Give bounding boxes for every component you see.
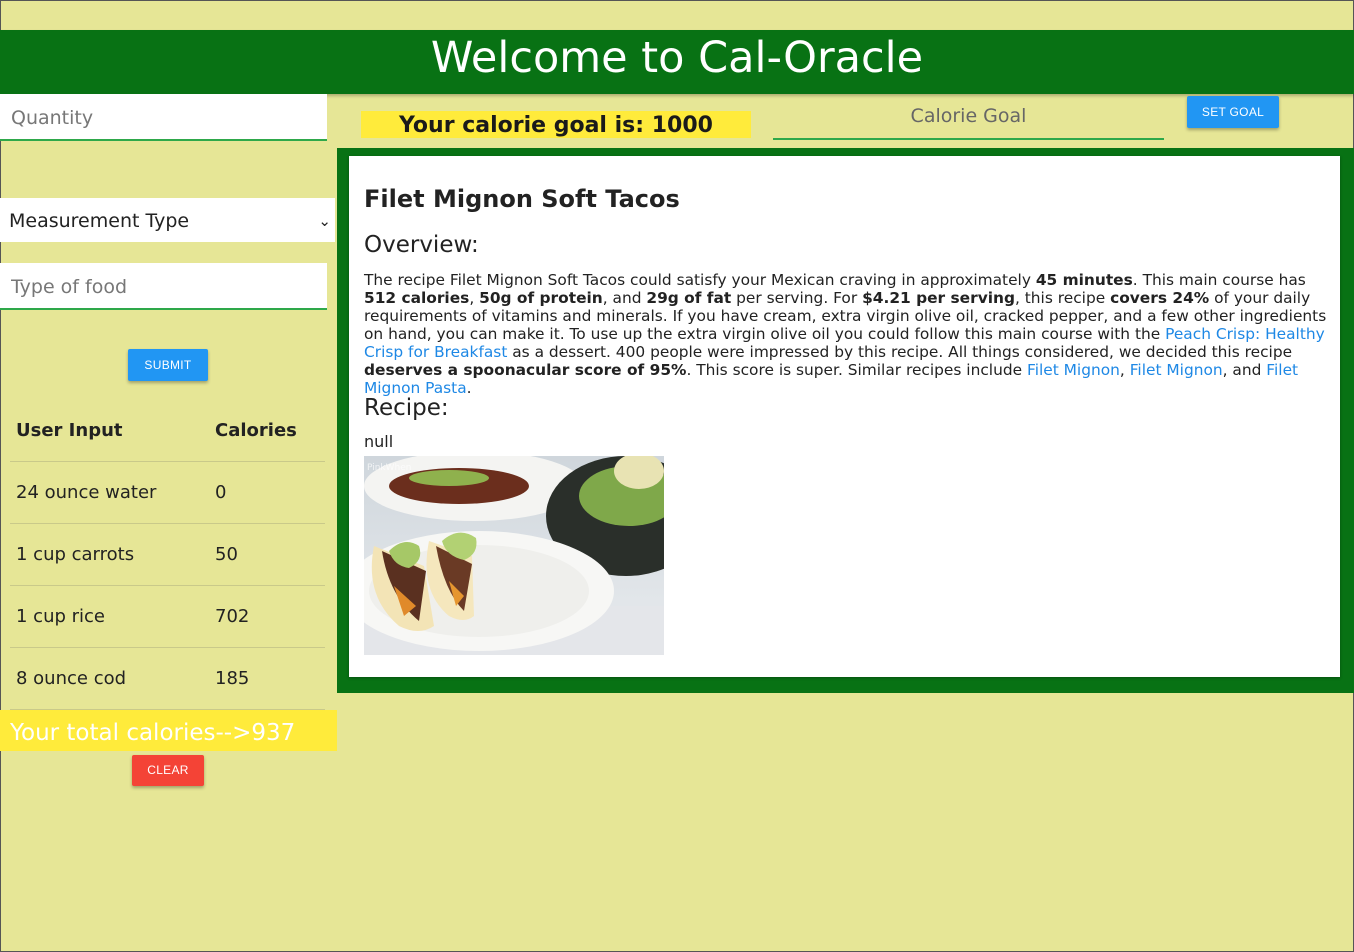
recipe-image: PinkWhen	[364, 456, 664, 655]
app-header: Welcome to Cal-Oracle	[0, 30, 1354, 94]
chevron-down-icon: ⌄	[318, 212, 331, 230]
table-row: 1 cup carrots 50	[10, 524, 325, 586]
total-calories: Your total calories-->937	[0, 710, 337, 751]
recipe-panel: Filet Mignon Soft Tacos Overview: The re…	[337, 148, 1354, 693]
set-goal-button[interactable]: SET GOAL	[1187, 96, 1279, 128]
row-input: 8 ounce cod	[16, 668, 127, 689]
image-watermark: PinkWhen	[367, 463, 412, 473]
quantity-field[interactable]	[0, 94, 327, 141]
table-row: 24 ounce water 0	[10, 462, 325, 524]
recipe-card: Filet Mignon Soft Tacos Overview: The re…	[349, 156, 1340, 677]
row-input: 1 cup carrots	[16, 544, 135, 565]
calories-table: User Input Calories 24 ounce water 0 1 c…	[10, 404, 325, 710]
calorie-goal-label: Your calorie goal is: 1000	[361, 111, 751, 138]
row-input: 24 ounce water	[16, 482, 157, 503]
measurement-type-label: Measurement Type	[9, 210, 190, 232]
header-calories: Calories	[215, 420, 297, 441]
table-header-row: User Input Calories	[10, 404, 325, 462]
food-type-field[interactable]	[0, 263, 327, 310]
row-calories: 702	[215, 606, 250, 627]
table-row: 8 ounce cod 185	[10, 648, 325, 710]
link-filet-mignon-2[interactable]: Filet Mignon	[1130, 361, 1223, 379]
overview-heading: Overview:	[364, 232, 479, 258]
recipe-title: Filet Mignon Soft Tacos	[364, 185, 680, 213]
food-type-input[interactable]	[11, 276, 311, 298]
recipe-instructions: null	[364, 432, 394, 451]
row-calories: 0	[215, 482, 227, 503]
measurement-type-select[interactable]: Measurement Type ⌄	[0, 198, 335, 242]
table-row: 1 cup rice 702	[10, 586, 325, 648]
calorie-goal-input[interactable]: Calorie Goal	[773, 96, 1164, 140]
recipe-heading: Recipe:	[364, 395, 449, 421]
recipe-summary: The recipe Filet Mignon Soft Tacos could…	[364, 271, 1327, 397]
submit-button[interactable]: SUBMIT	[128, 349, 208, 381]
app-title: Welcome to Cal-Oracle	[430, 33, 924, 83]
quantity-input[interactable]	[11, 107, 311, 129]
clear-button[interactable]: CLEAR	[132, 755, 204, 786]
row-input: 1 cup rice	[16, 606, 105, 627]
link-filet-mignon-1[interactable]: Filet Mignon	[1027, 361, 1120, 379]
header-user-input: User Input	[16, 420, 123, 441]
row-calories: 185	[215, 668, 250, 689]
row-calories: 50	[215, 544, 238, 565]
